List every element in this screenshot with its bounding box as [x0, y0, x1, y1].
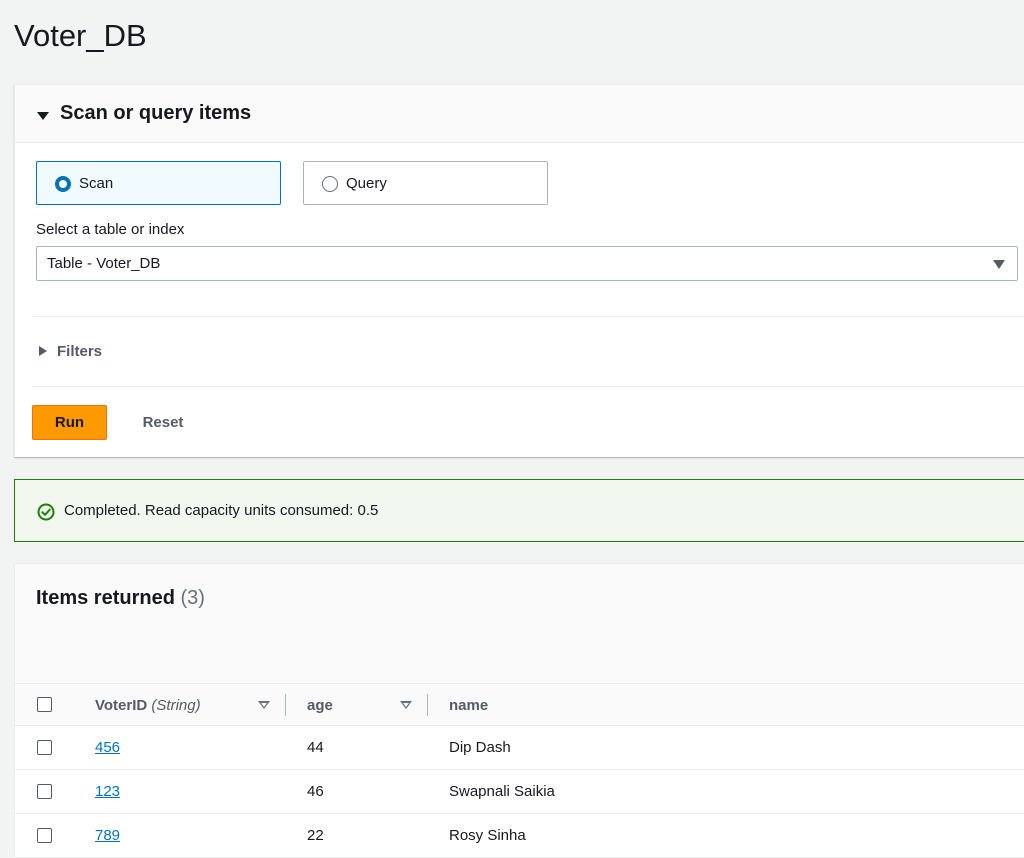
name-cell: Dip Dash	[449, 739, 511, 756]
caret-down-icon[interactable]	[37, 112, 49, 120]
age-cell: 22	[307, 827, 324, 844]
row-checkbox[interactable]	[37, 740, 52, 755]
column-header-voterid-label: VoterID	[95, 697, 148, 714]
divider	[33, 386, 1024, 387]
check-circle-icon	[37, 503, 55, 521]
voterid-link[interactable]: 789	[95, 827, 120, 844]
voterid-link[interactable]: 456	[95, 739, 120, 756]
items-title-text: Items returned	[36, 587, 175, 609]
query-option[interactable]: Query	[303, 161, 548, 205]
row-checkbox[interactable]	[37, 828, 52, 843]
status-flash: Completed. Read capacity units consumed:…	[14, 479, 1024, 542]
items-count: (3)	[180, 587, 205, 609]
column-header-voterid-type: (String)	[151, 697, 201, 714]
items-title: Items returned (3)	[36, 587, 205, 610]
status-text: Completed. Read capacity units consumed:…	[64, 502, 379, 519]
column-separator[interactable]	[285, 694, 286, 716]
run-button[interactable]: Run	[32, 405, 107, 440]
query-radio-icon[interactable]	[322, 176, 338, 192]
table-row: 789 22 Rosy Sinha	[15, 814, 1024, 858]
name-cell: Swapnali Saikia	[449, 783, 555, 800]
row-checkbox[interactable]	[37, 784, 52, 799]
age-cell: 44	[307, 739, 324, 756]
scan-label: Scan	[79, 175, 114, 192]
scan-query-panel: Scan or query items Scan Query Select a …	[14, 84, 1024, 457]
column-header-age[interactable]: age	[307, 697, 333, 714]
divider	[33, 316, 1024, 317]
age-cell: 46	[307, 783, 324, 800]
table-row: 123 46 Swapnali Saikia	[15, 770, 1024, 814]
reset-button[interactable]: Reset	[127, 405, 199, 440]
scan-radio-icon[interactable]	[55, 176, 71, 192]
dropdown-caret-icon	[993, 260, 1005, 269]
table-row: 456 44 Dip Dash	[15, 726, 1024, 770]
sort-icon[interactable]	[400, 701, 412, 709]
sort-icon[interactable]	[258, 701, 270, 709]
items-header: Items returned (3)	[15, 564, 1024, 683]
items-panel: Items returned (3) VoterID (String) age …	[14, 563, 1024, 858]
table-select-label: Select a table or index	[36, 221, 185, 238]
panel-title: Scan or query items	[60, 102, 252, 124]
voterid-link[interactable]: 123	[95, 783, 120, 800]
filters-toggle[interactable]: Filters	[57, 343, 102, 360]
name-cell: Rosy Sinha	[449, 827, 526, 844]
scan-option[interactable]: Scan	[36, 161, 281, 205]
column-separator[interactable]	[427, 694, 428, 716]
table-header: VoterID (String) age name	[15, 683, 1024, 726]
select-all-checkbox[interactable]	[37, 697, 52, 712]
panel-header[interactable]: Scan or query items	[15, 85, 1024, 143]
table-select[interactable]: Table - Voter_DB	[36, 246, 1018, 281]
caret-right-icon[interactable]	[39, 346, 47, 356]
column-header-name[interactable]: name	[449, 697, 488, 714]
table-select-value: Table - Voter_DB	[47, 255, 161, 272]
column-header-voterid[interactable]: VoterID (String)	[95, 697, 201, 714]
query-label: Query	[346, 175, 387, 192]
page-title: Voter_DB	[14, 18, 147, 53]
